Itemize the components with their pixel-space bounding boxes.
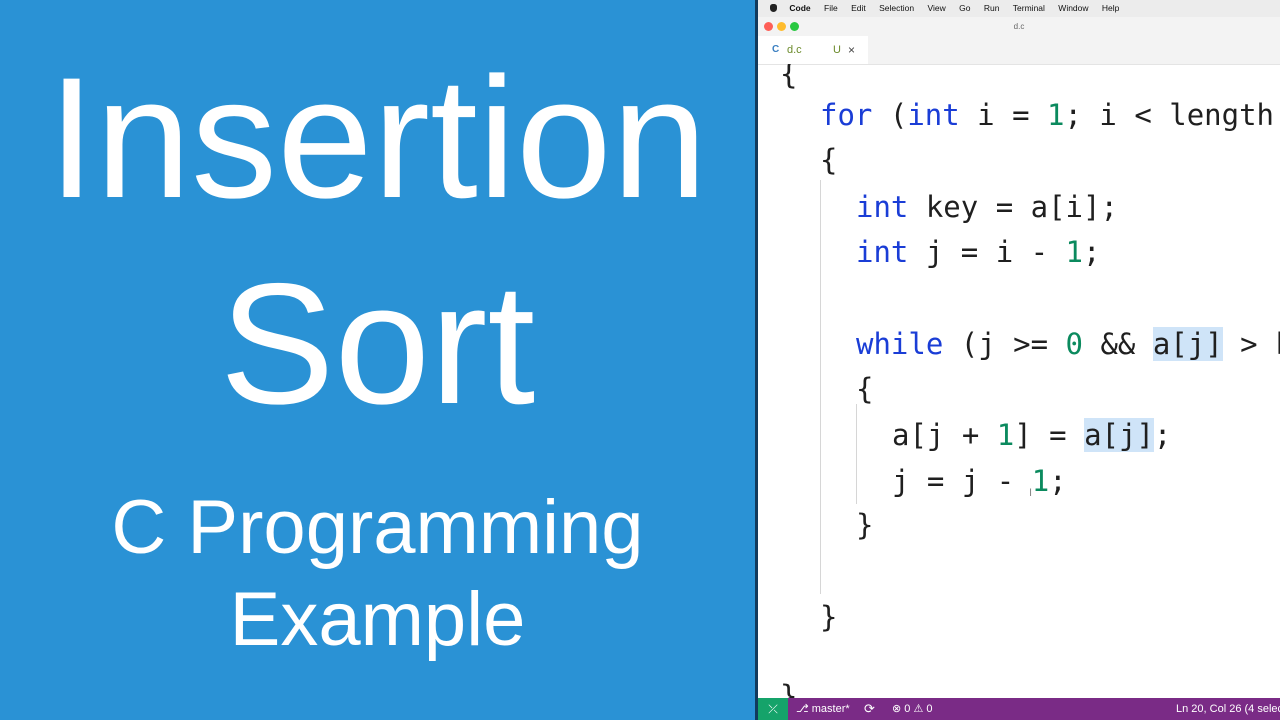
git-branch[interactable]: ⎇ master* bbox=[796, 698, 850, 720]
tab-filename: d.c bbox=[787, 44, 802, 56]
window-titlebar: d.c bbox=[758, 17, 1280, 37]
keyword-int: int bbox=[907, 98, 960, 132]
title-line-sort: Sort bbox=[219, 248, 536, 440]
subtitle-line-example: Example bbox=[229, 577, 526, 662]
cursor-position[interactable]: Ln 20, Col 26 (4 selected) bbox=[1176, 698, 1280, 720]
branch-icon: ⎇ bbox=[796, 703, 812, 715]
menu-item-file[interactable]: File bbox=[824, 0, 838, 17]
selection-highlight: a[j] bbox=[1084, 418, 1154, 452]
status-bar: ⤫ ⎇ master* ⟳ ⊗ 0 ⚠ 0 Ln 20, Col 26 (4 s… bbox=[758, 698, 1280, 720]
menu-item-run[interactable]: Run bbox=[984, 0, 1000, 17]
text-cursor-icon: I bbox=[1029, 487, 1033, 499]
subtitle-line-c-programming: C Programming bbox=[111, 485, 644, 570]
close-icon[interactable]: × bbox=[848, 36, 855, 64]
code-editor[interactable]: { for (int i = 1; i < length { int key =… bbox=[758, 64, 1280, 698]
code-line-open-brace: { bbox=[856, 372, 874, 406]
remote-icon[interactable]: ⤫ bbox=[758, 698, 788, 720]
code-line-close-brace: } bbox=[856, 508, 874, 542]
apple-icon[interactable] bbox=[770, 4, 777, 12]
code-line-j: int j = i - 1; bbox=[856, 235, 1101, 269]
editor-tab-bar: C d.c U × bbox=[758, 36, 1280, 65]
untracked-badge: U bbox=[833, 44, 841, 56]
tab-d-c[interactable]: C d.c U × bbox=[758, 36, 868, 64]
code-line-assign: a[j + 1] = a[j]; bbox=[892, 418, 1172, 452]
code-line-close-brace: } bbox=[820, 600, 838, 634]
sync-icon[interactable]: ⟳ bbox=[864, 698, 875, 720]
menu-item-selection[interactable]: Selection bbox=[879, 0, 914, 17]
keyword-while: while bbox=[856, 327, 944, 361]
code-line-key: int key = a[i]; bbox=[856, 190, 1118, 224]
editor-window: Code File Edit Selection View Go Run Ter… bbox=[758, 0, 1280, 720]
title-line-insertion: Insertion bbox=[47, 42, 708, 234]
window-title: d.c bbox=[1013, 22, 1025, 31]
menu-item-code[interactable]: Code bbox=[789, 0, 810, 17]
indent-guide bbox=[820, 180, 821, 594]
menu-item-window[interactable]: Window bbox=[1058, 0, 1088, 17]
keyword-for: for bbox=[820, 98, 873, 132]
menu-item-help[interactable]: Help bbox=[1102, 0, 1119, 17]
code-line-for: for (int i = 1; i < length bbox=[820, 98, 1274, 132]
keyword-int: int bbox=[856, 235, 909, 269]
code-line-1: { bbox=[780, 64, 798, 91]
selection-highlight: a[j] bbox=[1152, 327, 1223, 361]
title-panel: Insertion Sort C Programming Example bbox=[0, 0, 755, 720]
keyword-int: int bbox=[856, 190, 909, 224]
problems-indicator[interactable]: ⊗ 0 ⚠ 0 bbox=[892, 698, 932, 720]
code-line-close-brace: } bbox=[780, 679, 798, 698]
menu-item-go[interactable]: Go bbox=[959, 0, 970, 17]
indent-guide bbox=[856, 404, 857, 504]
menu-item-terminal[interactable]: Terminal bbox=[1013, 0, 1045, 17]
code-line-while: while (j >= 0 && a[j] > key bbox=[856, 327, 1280, 361]
code-line-decrement: j = j - 1; bbox=[892, 464, 1067, 498]
menu-bar: Code File Edit Selection View Go Run Ter… bbox=[758, 0, 1280, 17]
code-line-open-brace: { bbox=[820, 143, 838, 177]
c-language-icon: C bbox=[772, 44, 780, 55]
menu-item-edit[interactable]: Edit bbox=[851, 0, 866, 17]
menu-item-view[interactable]: View bbox=[927, 0, 945, 17]
